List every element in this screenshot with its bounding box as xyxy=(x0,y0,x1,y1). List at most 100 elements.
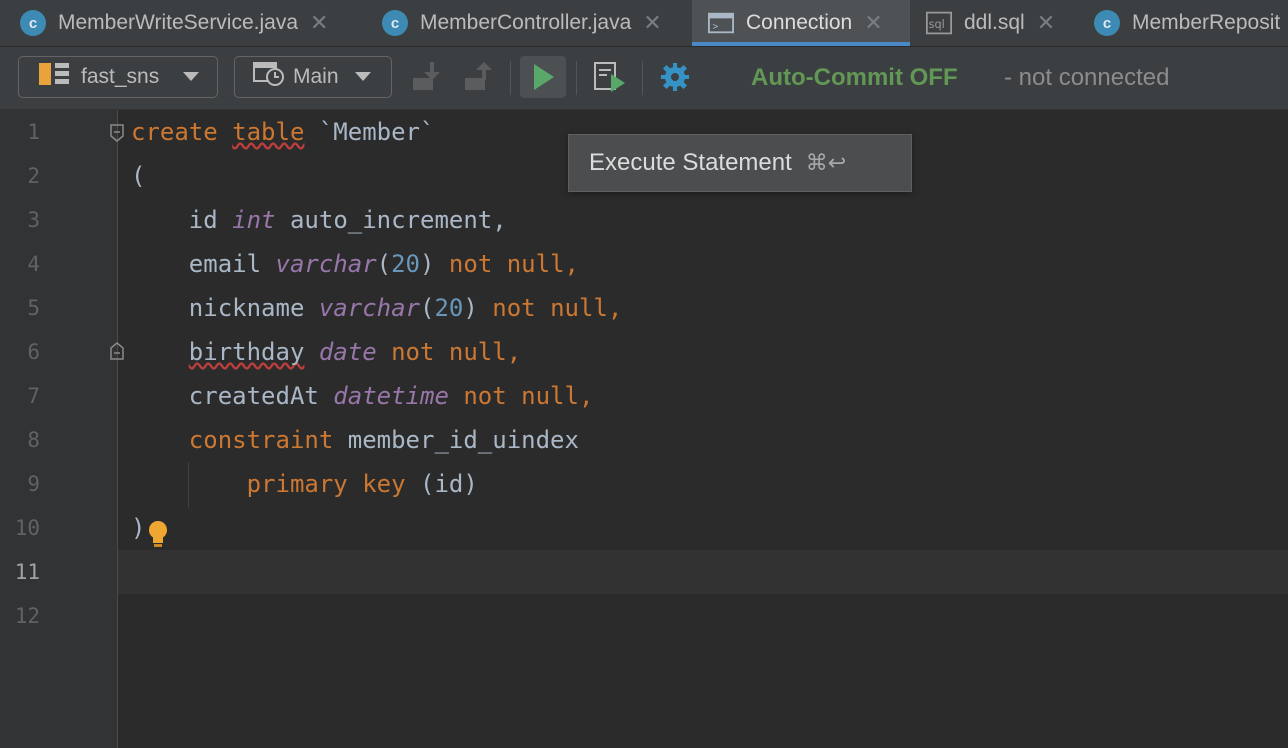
line-number: 9 xyxy=(27,472,40,496)
database-icon xyxy=(37,60,71,94)
datasource-selector[interactable]: fast_sns xyxy=(18,56,218,98)
tab-member-repository[interactable]: c MemberReposit xyxy=(1084,0,1288,46)
chevron-down-icon xyxy=(355,72,371,81)
datasource-label: fast_sns xyxy=(81,65,160,88)
column-name: nickname xyxy=(188,294,305,322)
keyword: primary key xyxy=(246,470,406,498)
data-type: date xyxy=(318,338,377,366)
execute-script-button[interactable] xyxy=(588,56,630,98)
paren: ) xyxy=(463,294,478,322)
close-icon[interactable]: ✕ xyxy=(864,10,882,36)
tab-label: MemberWriteService.java xyxy=(58,11,299,34)
class-icon: c xyxy=(382,10,408,36)
tab-label: ddl.sql xyxy=(964,11,1025,34)
line-number: 4 xyxy=(27,252,40,276)
line-number: 3 xyxy=(27,208,40,232)
data-type: varchar xyxy=(318,294,420,322)
code-text: (id) xyxy=(420,470,478,498)
session-icon xyxy=(251,60,285,94)
execute-button[interactable] xyxy=(520,56,566,98)
code-line: primary key (id) xyxy=(131,470,478,498)
toolbar-separator xyxy=(642,61,643,95)
session-selector[interactable]: Main xyxy=(234,56,392,98)
data-type: int xyxy=(232,206,276,234)
code-line: ) xyxy=(131,514,146,542)
paren: ( xyxy=(376,250,392,278)
paren: ( xyxy=(420,294,435,322)
sql-file-icon: sql xyxy=(926,10,952,36)
close-icon[interactable]: ✕ xyxy=(1037,10,1055,36)
tab-member-controller[interactable]: c MemberController.java ✕ xyxy=(362,0,690,46)
tab-label: MemberReposit xyxy=(1132,11,1281,34)
gear-icon xyxy=(661,63,689,91)
number: 20 xyxy=(434,294,464,322)
fold-end-icon[interactable] xyxy=(109,342,125,360)
commit-button[interactable] xyxy=(404,56,446,98)
keyword: not null xyxy=(391,338,507,366)
comma: , xyxy=(607,294,623,322)
line-number-current: 11 xyxy=(14,560,40,584)
data-type: varchar xyxy=(275,250,377,278)
rollback-button[interactable] xyxy=(456,56,498,98)
run-script-icon xyxy=(594,62,625,92)
class-icon: c xyxy=(20,10,46,36)
line-number: 5 xyxy=(27,296,40,320)
keyword: not null xyxy=(448,250,565,278)
gutter-divider xyxy=(117,110,118,748)
code-line: constraint member_id_uindex xyxy=(131,426,579,454)
column-name: createdAt xyxy=(188,382,319,410)
line-number: 7 xyxy=(27,384,40,408)
column-name: id xyxy=(188,206,218,234)
comma: , xyxy=(578,382,594,410)
svg-text:sql: sql xyxy=(929,18,945,31)
column-name: email xyxy=(188,250,262,278)
code-line: birthday date not null, xyxy=(131,338,521,366)
class-icon: c xyxy=(1094,10,1120,36)
connection-status: - not connected xyxy=(1004,64,1170,91)
code-line: create table `Member` xyxy=(131,118,434,146)
tab-connection[interactable]: >_ Connection ✕ xyxy=(692,0,910,46)
number: 20 xyxy=(391,250,421,278)
keyword: constraint xyxy=(188,426,334,454)
tab-member-write-service[interactable]: c MemberWriteService.java ✕ xyxy=(0,0,360,46)
line-number: 1 xyxy=(27,120,40,144)
tooltip-shortcut: ⌘↩ xyxy=(805,150,847,175)
code-line: createdAt datetime not null, xyxy=(131,382,594,410)
fold-start-icon[interactable] xyxy=(109,124,125,142)
comma: , xyxy=(564,250,579,278)
code-text: auto_increment, xyxy=(289,206,507,234)
line-number: 6 xyxy=(27,340,40,364)
tab-ddl-sql[interactable]: sql ddl.sql ✕ xyxy=(912,0,1082,46)
constraint-name: member_id_uindex xyxy=(347,426,579,454)
keyword: create xyxy=(131,118,218,146)
data-type: datetime xyxy=(333,382,449,410)
execute-statement-tooltip: Execute Statement ⌘↩ xyxy=(568,134,912,192)
current-line-highlight xyxy=(118,550,1288,594)
chevron-down-icon xyxy=(183,72,199,81)
commit-icon xyxy=(413,62,440,90)
code-line: nickname varchar(20) not null, xyxy=(131,294,623,322)
rollback-icon xyxy=(465,62,492,90)
auto-commit-toggle[interactable]: Auto-Commit OFF xyxy=(751,64,958,92)
column-name: birthday xyxy=(188,338,305,366)
toolbar-separator xyxy=(576,61,577,95)
line-number: 12 xyxy=(14,604,40,628)
session-label: Main xyxy=(293,65,339,88)
svg-text:>_: >_ xyxy=(713,22,725,33)
keyword: not null xyxy=(492,294,608,322)
keyword: table xyxy=(232,118,305,146)
settings-button[interactable] xyxy=(654,56,696,98)
code-line: email varchar(20) not null, xyxy=(131,250,579,278)
run-icon xyxy=(534,64,554,90)
editor-tab-bar: c MemberWriteService.java ✕ c MemberCont… xyxy=(0,0,1288,47)
console-toolbar: fast_sns Main Auto-Commit OFF - not conn… xyxy=(0,47,1288,110)
close-icon[interactable]: ✕ xyxy=(643,10,661,36)
paren: ) xyxy=(420,250,435,278)
code-line: id int auto_increment, xyxy=(131,206,507,234)
intention-bulb-icon[interactable] xyxy=(147,519,169,549)
comma: , xyxy=(506,338,522,366)
tooltip-label: Execute Statement xyxy=(589,149,792,176)
tab-label: MemberController.java xyxy=(420,11,632,34)
toolbar-separator xyxy=(510,61,511,95)
close-icon[interactable]: ✕ xyxy=(310,10,328,36)
